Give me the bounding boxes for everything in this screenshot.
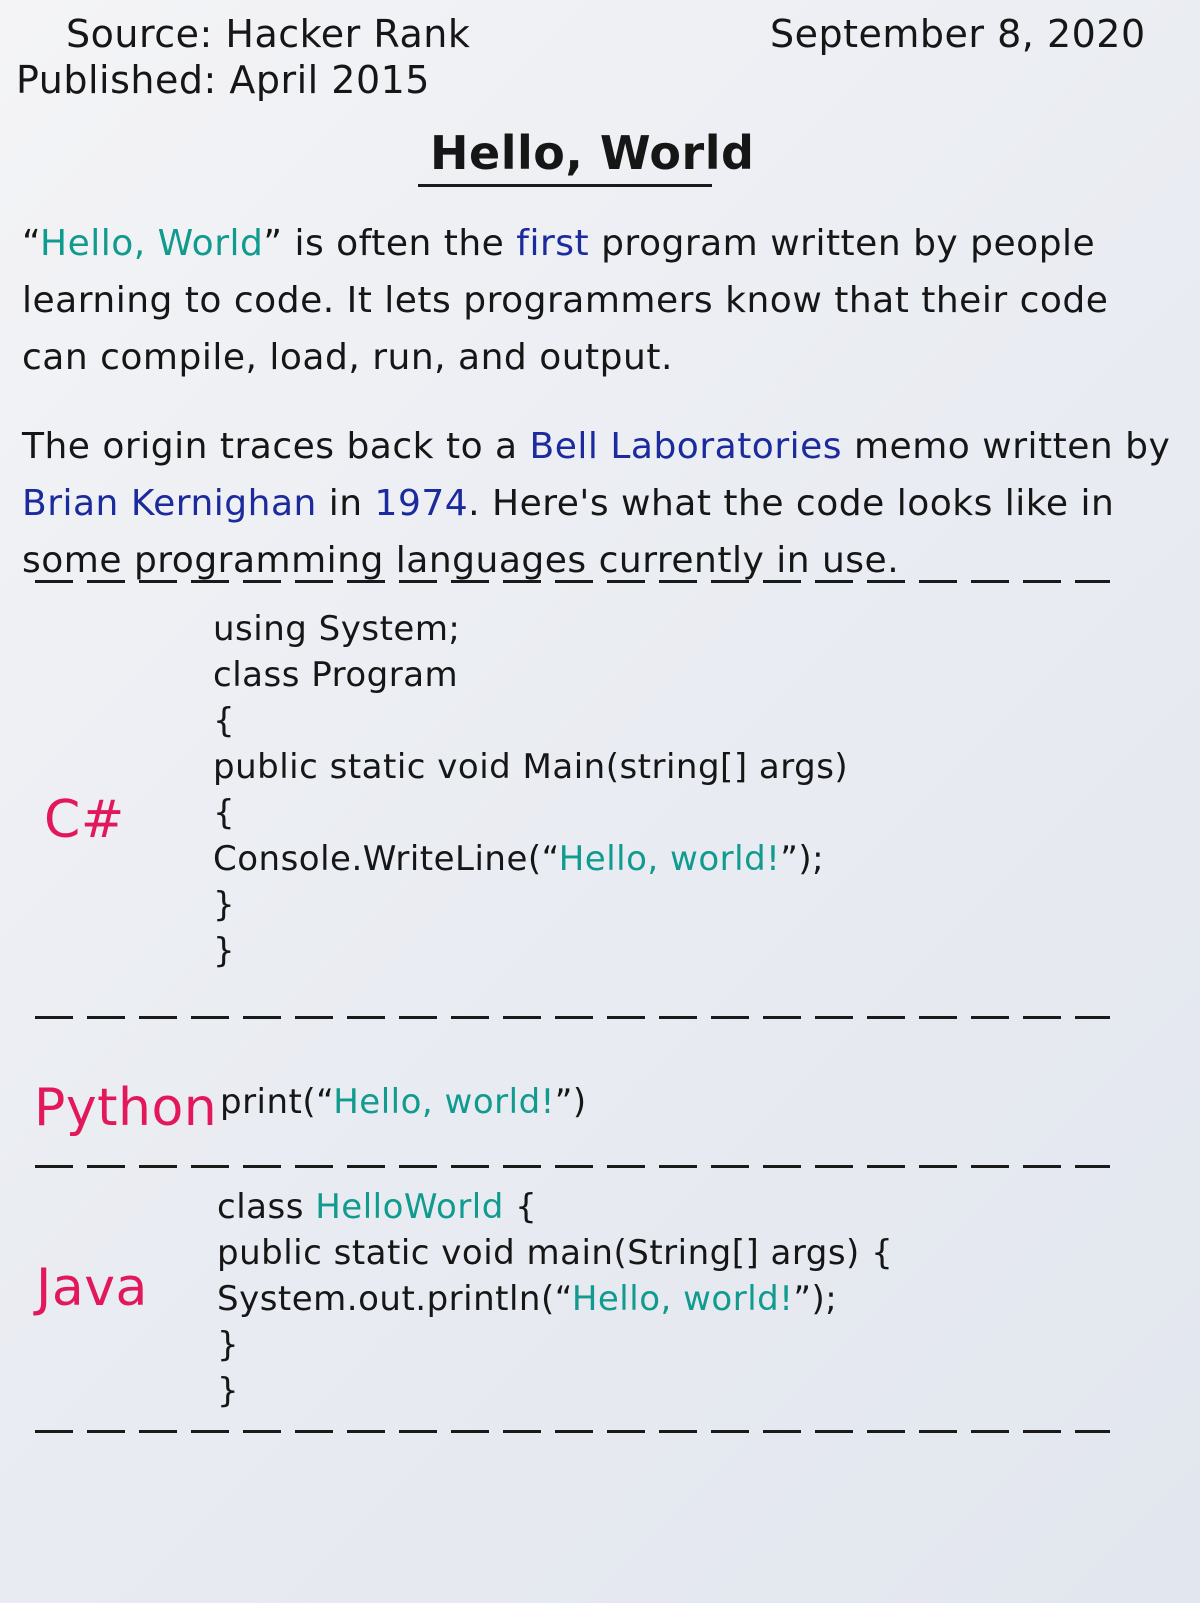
code-highlight: HelloWorld (315, 1187, 504, 1227)
origin-text-a: The origin traces back to a (22, 426, 530, 467)
code-text: } (213, 931, 236, 971)
code-highlight: Hello, world! (333, 1082, 555, 1122)
code-line: public static void Main(string[] args) (213, 744, 848, 790)
open-quote: “ (22, 223, 41, 264)
code-block-java: class HelloWorld {public static void mai… (217, 1184, 893, 1414)
intro-paragraph: “Hello, World” is often the first progra… (22, 215, 1182, 386)
code-text: public static void Main(string[] args) (213, 747, 849, 787)
code-text: { (213, 793, 236, 833)
code-line: } (213, 882, 848, 928)
year: 1974 (374, 483, 469, 524)
code-line: class HelloWorld { (217, 1184, 893, 1230)
code-line: } (217, 1368, 893, 1414)
code-text: ”); (793, 1279, 838, 1319)
code-block-python: print(“Hello, world!”) (220, 1079, 587, 1125)
code-line: print(“Hello, world!”) (220, 1079, 587, 1125)
code-line: using System; (213, 606, 848, 652)
code-line: public static void main(String[] args) { (217, 1230, 893, 1276)
code-line: } (217, 1322, 893, 1368)
code-text: { (503, 1187, 538, 1227)
code-line: } (213, 928, 848, 974)
code-block-csharp: using System; class Program { public static… (213, 606, 848, 974)
code-text: ”); (780, 839, 825, 879)
code-text: } (213, 885, 236, 925)
code-text: { (213, 701, 236, 741)
code-line: Console.WriteLine(“Hello, world!”); (213, 836, 848, 882)
intro-text-a: is often the (282, 223, 517, 264)
published-label: Published: April 2015 (16, 58, 430, 102)
hello-world-phrase: Hello, World (40, 223, 264, 264)
divider (35, 1016, 1110, 1019)
origin-paragraph: The origin traces back to a Bell Laborat… (22, 418, 1182, 589)
code-text: } (217, 1325, 240, 1365)
origin-text-b: memo written by (842, 426, 1171, 467)
code-highlight: Hello, world! (571, 1279, 794, 1319)
source-label: Source: Hacker Rank (66, 12, 471, 56)
code-text: System.out.println(“ (217, 1279, 572, 1319)
code-text: } (217, 1371, 240, 1411)
close-quote: ” (263, 223, 283, 264)
date-label: September 8, 2020 (770, 12, 1146, 56)
title-underline (418, 184, 712, 187)
divider (35, 1165, 1110, 1168)
code-line: { (213, 698, 848, 744)
origin-text-c: in (316, 483, 375, 524)
kernighan: Brian Kernighan (22, 483, 317, 524)
code-line: { (213, 790, 848, 836)
code-text: public static void main(String[] args) { (217, 1233, 894, 1273)
code-line: class Program (213, 652, 848, 698)
code-text: class Program (213, 655, 459, 695)
code-highlight: Hello, world! (558, 839, 781, 879)
divider (35, 580, 1110, 583)
bell-labs: Bell Laboratories (529, 426, 843, 467)
lang-label-java: Java (36, 1258, 148, 1318)
divider (35, 1430, 1110, 1433)
first-word: first (516, 223, 590, 264)
page-title: Hello, World (430, 126, 755, 180)
lang-label-csharp: C# (44, 790, 125, 850)
code-text: print(“ (220, 1082, 334, 1122)
code-text: ”) (554, 1082, 587, 1122)
lang-label-python: Python (34, 1078, 218, 1138)
code-text: using System; (213, 609, 461, 649)
code-text: Console.WriteLine(“ (213, 839, 559, 879)
code-text: class (217, 1187, 316, 1227)
code-line: System.out.println(“Hello, world!”); (217, 1276, 893, 1322)
